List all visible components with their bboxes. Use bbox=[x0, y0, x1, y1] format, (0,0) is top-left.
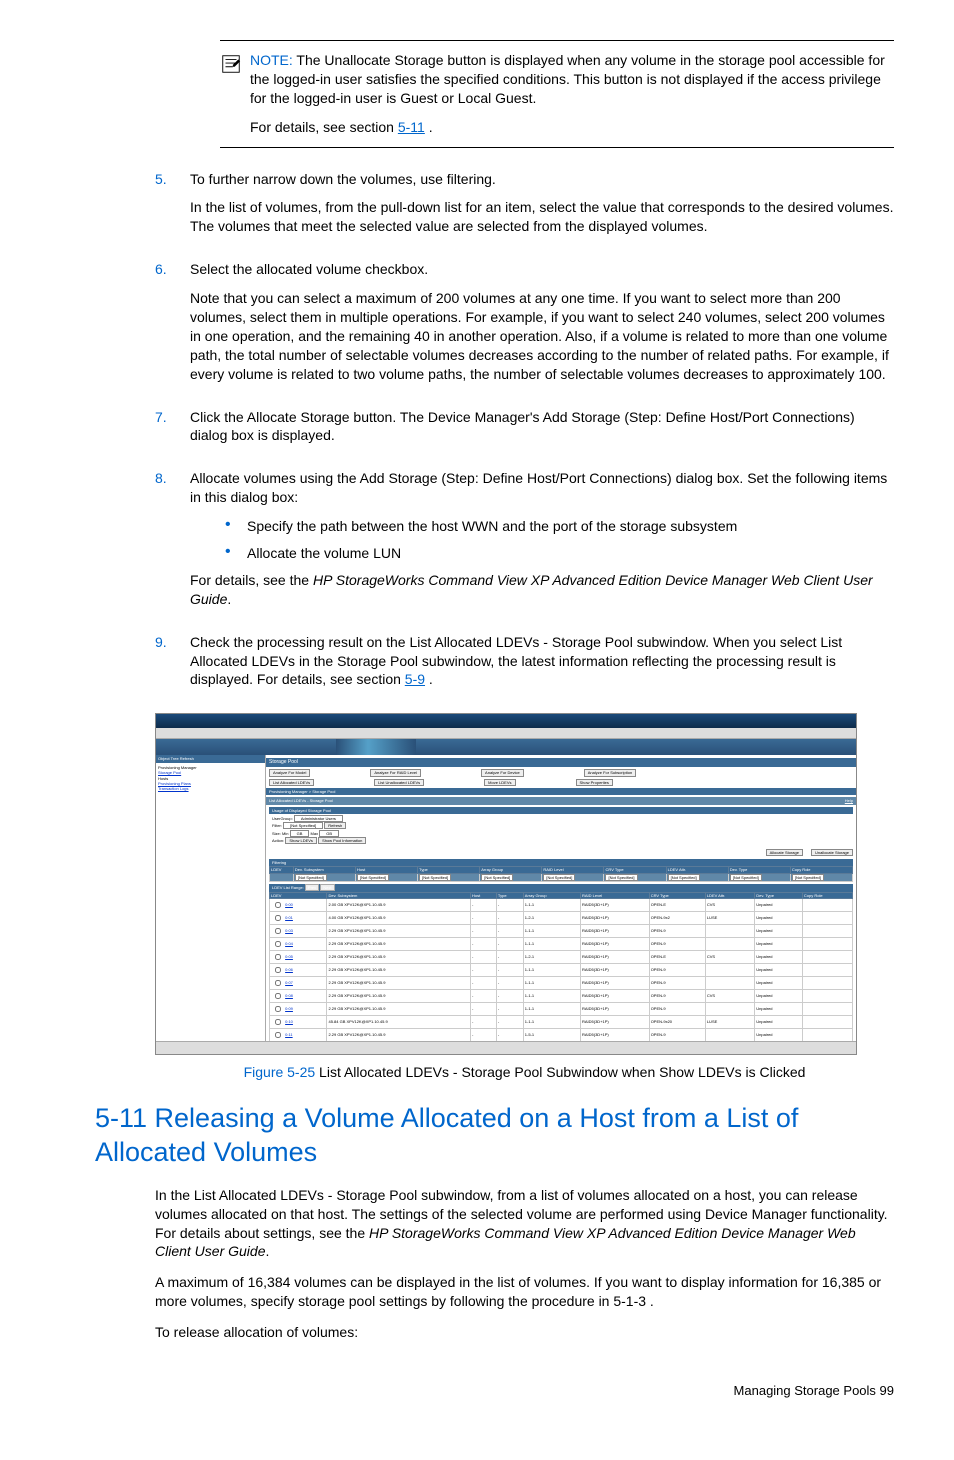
figure-caption-label: Figure 5-25 bbox=[244, 1064, 316, 1080]
fig-btn: Unallocate Storage bbox=[811, 849, 853, 856]
step-para: In the list of volumes, from the pull-do… bbox=[190, 198, 894, 236]
fig-filter-table: LDEVDev. SubsystemHostTypeArray GroupRAI… bbox=[269, 866, 853, 882]
body-paragraphs: In the List Allocated LDEVs - Storage Po… bbox=[155, 1186, 894, 1342]
note-text: The Unallocate Storage button is display… bbox=[250, 52, 885, 106]
fig-btn: Analyze For Model bbox=[269, 769, 310, 776]
fig-subband: List Allocated LDEVs - Storage Pool bbox=[269, 798, 333, 803]
fig-select: GB bbox=[319, 830, 339, 837]
note-label: NOTE: bbox=[250, 52, 293, 68]
note-icon bbox=[220, 53, 244, 137]
figure-screenshot: Object Tree Refresh Provisioning Manager… bbox=[155, 713, 857, 1055]
bullet-icon: • bbox=[225, 544, 247, 563]
fig-btn: Show Pool Information bbox=[318, 837, 366, 844]
step-9: 9. Check the processing result on the Li… bbox=[155, 633, 894, 700]
bullet-text: Specify the path between the host WWN an… bbox=[247, 517, 737, 536]
note-details-suffix: . bbox=[425, 119, 433, 135]
note-details-prefix: For details, see section bbox=[250, 119, 398, 135]
fig-btn: Show LDEVs bbox=[285, 837, 317, 844]
section-heading: 5-11 Releasing a Volume Allocated on a H… bbox=[95, 1102, 894, 1170]
fig-data-table: LDEVDev. SubsystemHostTypeArray GroupRAI… bbox=[269, 892, 853, 1042]
page-footer: Managing Storage Pools 99 bbox=[60, 1382, 894, 1400]
fig-label: Size: bbox=[272, 831, 281, 836]
fig-select: Administrator Users bbox=[294, 815, 343, 822]
body-p2: A maximum of 16,384 volumes can be displ… bbox=[155, 1273, 894, 1311]
fig-text: Max bbox=[311, 831, 319, 836]
fig-btn: Refresh bbox=[324, 822, 346, 829]
step-tail-prefix: For details, see the bbox=[190, 572, 313, 588]
fig-select: GB bbox=[290, 830, 310, 837]
step-number: 5. bbox=[155, 170, 190, 247]
fig-label: Action: bbox=[272, 838, 284, 843]
bullet-item: •Specify the path between the host WWN a… bbox=[225, 517, 894, 536]
fig-btn: List Unallocated LDEVs bbox=[374, 779, 424, 786]
fig-tree-item: Transaction Logs bbox=[158, 786, 263, 791]
fig-btn: Analyze For RAID Level bbox=[370, 769, 421, 776]
step-lead-prefix: Check the processing result on the List … bbox=[190, 634, 842, 688]
figure-caption-text: List Allocated LDEVs - Storage Pool Subw… bbox=[315, 1064, 805, 1080]
body-p1-suffix: . bbox=[266, 1243, 270, 1259]
fig-btn: List Allocated LDEVs bbox=[269, 779, 314, 786]
fig-btn: Show Properties bbox=[576, 779, 613, 786]
step-number: 6. bbox=[155, 260, 190, 393]
fig-range-prev: Prev bbox=[305, 884, 319, 891]
fig-label: UserGroup: bbox=[272, 816, 293, 821]
step-7: 7. Click the Allocate Storage button. Th… bbox=[155, 408, 894, 456]
step-8: 8. Allocate volumes using the Add Storag… bbox=[155, 469, 894, 618]
body-p3: To release allocation of volumes: bbox=[155, 1323, 894, 1342]
fig-select: [Not Specified] bbox=[283, 822, 323, 829]
fig-filtering-title: Filtering bbox=[269, 859, 853, 866]
step-lead-link[interactable]: 5-9 bbox=[405, 671, 425, 687]
fig-help: Help bbox=[845, 798, 853, 803]
step-number: 9. bbox=[155, 633, 190, 700]
step-number: 7. bbox=[155, 408, 190, 456]
step-lead-suffix: . bbox=[425, 671, 433, 687]
bullet-item: •Allocate the volume LUN bbox=[225, 544, 894, 563]
step-number: 8. bbox=[155, 469, 190, 618]
fig-range-next: Next bbox=[320, 884, 334, 891]
step-tail-suffix: . bbox=[227, 591, 231, 607]
fig-label: Filter: bbox=[272, 823, 282, 828]
fig-range-label: LDEV List Range: bbox=[272, 885, 304, 890]
note-box: NOTE: The Unallocate Storage button is d… bbox=[220, 40, 894, 148]
fig-btn: Allocate Storage bbox=[766, 849, 803, 856]
step-lead: Allocate volumes using the Add Storage (… bbox=[190, 469, 894, 507]
step-lead: To further narrow down the volumes, use … bbox=[190, 170, 894, 189]
note-details-link[interactable]: 5-11 bbox=[398, 119, 425, 135]
step-lead: Select the allocated volume checkbox. bbox=[190, 260, 894, 279]
fig-usage-title: Usage of Displayed Storage Pool bbox=[269, 807, 853, 814]
bullet-text: Allocate the volume LUN bbox=[247, 544, 401, 563]
fig-btn: Analyze For Device bbox=[481, 769, 524, 776]
fig-text: Min bbox=[282, 831, 288, 836]
step-lead: Click the Allocate Storage button. The D… bbox=[190, 408, 894, 446]
figure-caption: Figure 5-25 List Allocated LDEVs - Stora… bbox=[155, 1063, 894, 1082]
step-para: Note that you can select a maximum of 20… bbox=[190, 289, 894, 383]
step-5: 5. To further narrow down the volumes, u… bbox=[155, 170, 894, 247]
fig-btn: Analyze For Subscription bbox=[584, 769, 636, 776]
fig-main-title: Storage Pool bbox=[266, 758, 856, 767]
fig-btn: Move LDEVs bbox=[484, 779, 515, 786]
bullet-icon: • bbox=[225, 517, 247, 536]
fig-tree-header: Object Tree Refresh bbox=[156, 755, 265, 762]
fig-breadcrumb: Provisioning Manager > Storage Pool bbox=[266, 788, 856, 795]
step-6: 6. Select the allocated volume checkbox.… bbox=[155, 260, 894, 393]
